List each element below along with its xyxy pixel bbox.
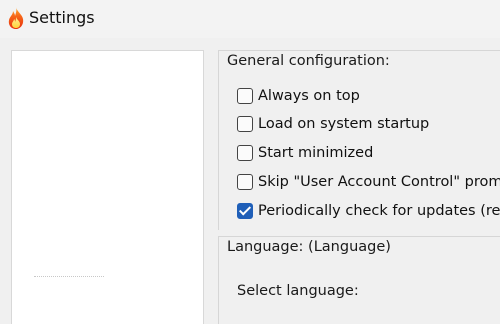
checkbox-box-checked[interactable] <box>237 203 253 219</box>
checkbox-box[interactable] <box>237 88 253 104</box>
checkbox-label: Start minimized <box>258 145 374 161</box>
settings-category-list[interactable] <box>11 50 204 324</box>
load-on-startup-checkbox[interactable]: Load on system startup <box>237 113 429 135</box>
checkbox-label: Always on top <box>258 88 360 104</box>
checkbox-label: Skip "User Account Control" prompt <box>258 174 500 190</box>
window-title: Settings <box>29 8 95 27</box>
checkbox-label: Periodically check for updates (recommen… <box>258 203 500 219</box>
title-bar: Settings <box>0 0 500 38</box>
checkbox-label: Load on system startup <box>258 116 430 132</box>
general-configuration-heading: General configuration: <box>225 53 392 69</box>
skip-uac-prompt-checkbox[interactable]: Skip "User Account Control" prompt <box>237 171 500 193</box>
general-configuration-group: General configuration: Always on top Loa… <box>218 50 500 230</box>
language-heading: Language: (Language) <box>225 239 393 255</box>
tree-connector <box>34 276 104 278</box>
checkbox-box[interactable] <box>237 145 253 161</box>
check-for-updates-checkbox[interactable]: Periodically check for updates (recommen… <box>237 200 500 222</box>
checkbox-box[interactable] <box>237 116 253 132</box>
checkbox-box[interactable] <box>237 174 253 190</box>
settings-window: Settings General configuration: Always o… <box>0 0 500 324</box>
flame-icon <box>6 6 26 30</box>
select-language-label: Select language: <box>237 283 359 299</box>
always-on-top-checkbox[interactable]: Always on top <box>237 85 360 107</box>
start-minimized-checkbox[interactable]: Start minimized <box>237 142 373 164</box>
language-group: Language: (Language) Select language: <box>218 236 500 324</box>
